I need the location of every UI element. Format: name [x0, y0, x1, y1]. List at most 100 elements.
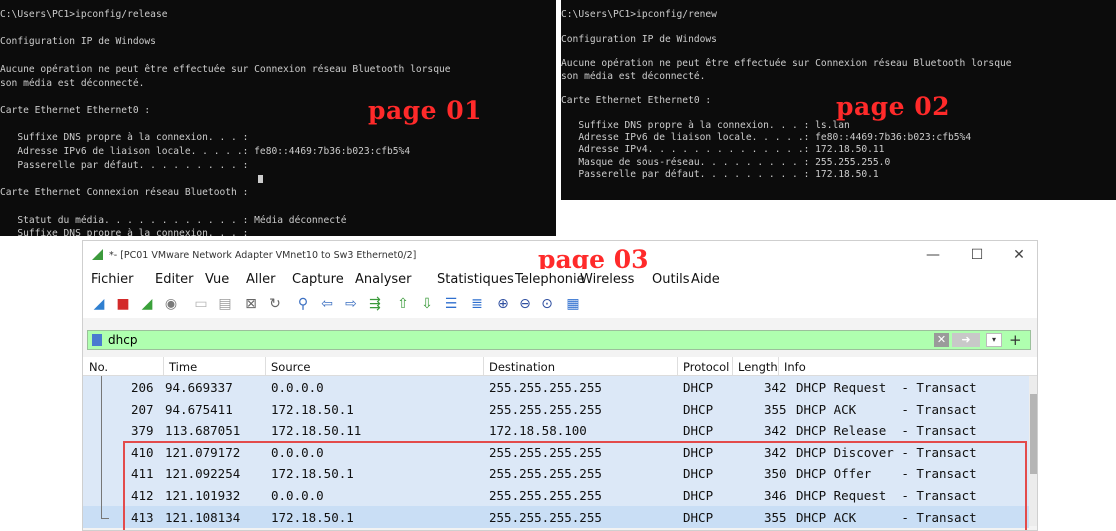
- menu-editer[interactable]: Editer: [155, 272, 194, 287]
- terminal-line: Adresse IPv4. . . . . . . . . . . . . .:…: [561, 144, 885, 156]
- cell-length: 342: [764, 380, 787, 395]
- main-toolbar: ◢ ■ ◢ ◉ ▭ ▤ ⊠ ↻ ⚲ ⇦ ⇨ ⇶ ⇧ ⇩ ☰ ≣ ⊕ ⊖ ⊙ ▦: [83, 291, 1037, 318]
- title-bar: *- [PC01 VMware Network Adapter VMnet10 …: [83, 241, 1037, 274]
- cell-source: 172.18.50.11: [271, 423, 362, 439]
- add-filter-button[interactable]: +: [1009, 331, 1022, 349]
- packet-row[interactable]: 207 94.675411 172.18.50.1 255.255.255.255 DH…: [83, 397, 1029, 420]
- terminal-line: Configuration IP de Windows: [0, 36, 156, 48]
- cell-no: 207: [131, 401, 154, 417]
- capture-options-icon[interactable]: ◉: [163, 296, 179, 312]
- cell-destination: 172.18.58.100: [489, 423, 587, 439]
- dora-highlight-box: [123, 441, 1027, 530]
- bookmark-icon[interactable]: [92, 334, 102, 346]
- go-first-icon[interactable]: ⇧: [395, 296, 411, 312]
- cell-length: 342: [764, 423, 787, 439]
- maximize-button[interactable]: ☐: [959, 245, 995, 265]
- chevron-down-icon[interactable]: ▾: [986, 333, 1002, 347]
- column-header-destination[interactable]: Destination: [489, 360, 555, 374]
- terminal-line: Aucune opération ne peut être effectuée …: [0, 63, 451, 75]
- menu-telephonie[interactable]: Telephonie: [515, 272, 585, 287]
- go-to-packet-icon[interactable]: ⇶: [367, 296, 383, 312]
- column-separator[interactable]: [677, 357, 678, 375]
- column-header-no[interactable]: No.: [89, 360, 108, 374]
- terminal-line: Statut du média. . . . . . . . . . . . :…: [0, 214, 347, 226]
- close-file-icon[interactable]: ⊠: [243, 296, 259, 312]
- menu-vue[interactable]: Vue: [205, 272, 229, 287]
- resize-columns-icon[interactable]: ▦: [565, 296, 581, 312]
- terminal-line: Configuration IP de Windows: [561, 33, 717, 45]
- column-header-time[interactable]: Time: [169, 360, 197, 374]
- cell-time: 113.687051: [165, 423, 241, 439]
- page-02-label: page 02: [836, 92, 951, 121]
- find-packet-icon[interactable]: ⚲: [295, 296, 311, 312]
- column-separator[interactable]: [163, 357, 164, 375]
- cell-destination: 255.255.255.255: [489, 380, 602, 395]
- zoom-out-icon[interactable]: ⊖: [517, 296, 533, 312]
- colorize-icon[interactable]: ≣: [469, 296, 485, 312]
- cell-protocol: DHCP: [683, 401, 714, 417]
- cell-info: DHCP Request - Transact: [796, 380, 977, 395]
- terminal-line: son média est déconnecté.: [0, 77, 145, 89]
- cell-no: 379: [131, 423, 154, 439]
- go-forward-icon[interactable]: ⇨: [343, 296, 359, 312]
- column-separator[interactable]: [778, 357, 779, 375]
- column-header-protocol[interactable]: Protocol: [683, 360, 729, 374]
- autoscroll-icon[interactable]: ☰: [443, 296, 459, 312]
- menu-aide[interactable]: Aide: [691, 272, 720, 287]
- page-01-label: page 01: [368, 96, 483, 125]
- shark-fin-icon[interactable]: ◢: [91, 296, 107, 312]
- menu-fichier[interactable]: Fichier: [91, 272, 134, 287]
- close-button[interactable]: ✕: [1001, 245, 1037, 265]
- tree-connector-end: [101, 518, 109, 519]
- packet-list-header: No. Time Source Destination Protocol Length In…: [83, 357, 1037, 376]
- display-filter-input[interactable]: dhcp: [108, 333, 137, 347]
- cell-info: DHCP ACK - Transact: [796, 401, 977, 417]
- terminal-line: Adresse IPv6 de liaison locale. . . . .:…: [561, 132, 972, 143]
- packet-row[interactable]: 206 94.669337 0.0.0.0 255.255.255.255 DHCP 34…: [83, 376, 1029, 398]
- column-separator[interactable]: [265, 357, 266, 375]
- cell-source: 0.0.0.0: [271, 380, 324, 395]
- terminal-line: son média est déconnecté.: [561, 70, 706, 82]
- terminal-line: C:\Users\PC1>ipconfig/release: [0, 9, 168, 20]
- cell-info: DHCP Release - Transact: [796, 423, 977, 439]
- cell-protocol: DHCP: [683, 423, 714, 439]
- minimize-button[interactable]: —: [915, 245, 951, 265]
- column-separator[interactable]: [483, 357, 484, 375]
- restart-capture-icon[interactable]: ◢: [139, 296, 155, 312]
- terminal-line: Suffixe DNS propre à la connexion. . . :…: [561, 119, 850, 131]
- apply-filter-icon[interactable]: ➜: [952, 333, 980, 347]
- cell-time: 94.675411: [165, 401, 233, 417]
- go-back-icon[interactable]: ⇦: [319, 296, 335, 312]
- zoom-in-icon[interactable]: ⊕: [495, 296, 511, 312]
- terminal-line: Carte Ethernet Connexion réseau Bluetoot…: [0, 187, 249, 199]
- cell-destination: 255.255.255.255: [489, 401, 602, 417]
- packet-row[interactable]: 379 113.687051 172.18.50.11 172.18.58.100 DH…: [83, 419, 1029, 442]
- column-header-length[interactable]: Length: [738, 360, 778, 374]
- vertical-scrollbar[interactable]: [1029, 376, 1037, 526]
- menu-statistiques[interactable]: Statistiques: [437, 272, 514, 287]
- cell-source: 172.18.50.1: [271, 401, 354, 417]
- display-filter-bar[interactable]: dhcp ✕ ➜ ▾ +: [87, 330, 1031, 350]
- save-file-icon[interactable]: ▤: [217, 296, 233, 312]
- menu-capture[interactable]: Capture: [292, 272, 344, 287]
- menu-wireless[interactable]: Wireless: [580, 272, 634, 287]
- column-header-info[interactable]: Info: [784, 360, 806, 374]
- cell-time: 94.669337: [165, 380, 233, 395]
- column-separator[interactable]: [732, 357, 733, 375]
- window-title: *- [PC01 VMware Network Adapter VMnet10 …: [109, 250, 417, 261]
- scrollbar-thumb[interactable]: [1030, 394, 1037, 474]
- menu-aller[interactable]: Aller: [246, 272, 275, 287]
- go-last-icon[interactable]: ⇩: [419, 296, 435, 312]
- zoom-normal-icon[interactable]: ⊙: [539, 296, 555, 312]
- cell-length: 355: [764, 401, 787, 417]
- terminal-line: Masque de sous-réseau. . . . . . . . . :…: [561, 156, 891, 168]
- stop-capture-icon[interactable]: ■: [115, 296, 131, 312]
- cell-no: 206: [131, 380, 154, 395]
- column-header-source[interactable]: Source: [271, 360, 311, 374]
- menu-outils[interactable]: Outils: [652, 272, 690, 287]
- clear-filter-icon[interactable]: ✕: [934, 333, 949, 347]
- wireshark-window: *- [PC01 VMware Network Adapter VMnet10 …: [82, 240, 1038, 531]
- open-file-icon[interactable]: ▭: [193, 296, 209, 312]
- reload-file-icon[interactable]: ↻: [267, 296, 283, 312]
- menu-analyser[interactable]: Analyser: [355, 272, 412, 287]
